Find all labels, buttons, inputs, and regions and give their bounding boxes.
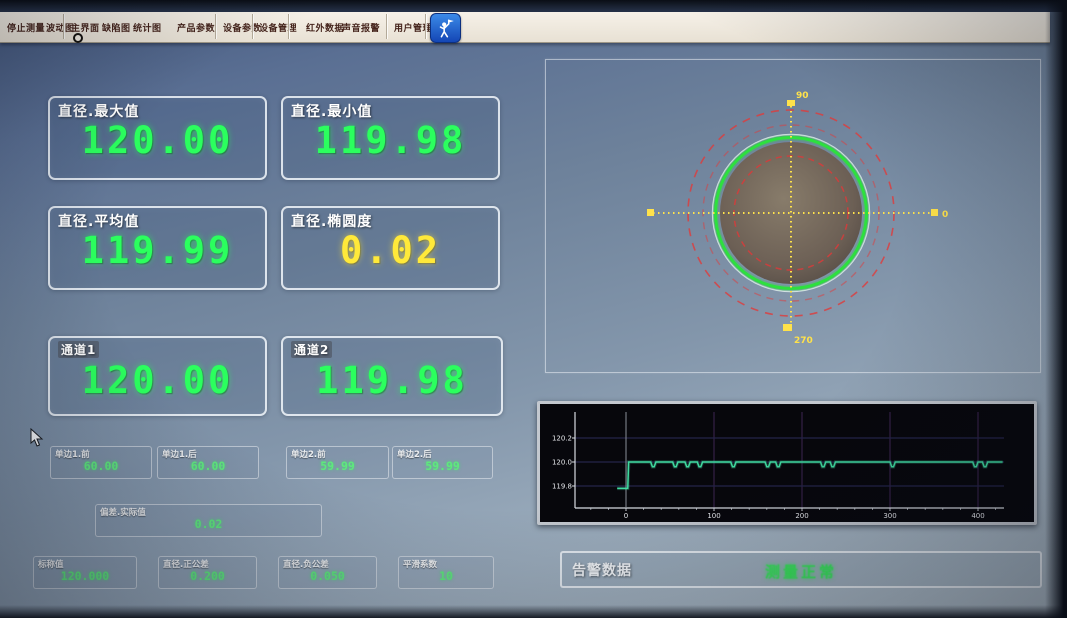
diameter-trend-chart: 0 100 200 300 400 120.2 120.0 119.8 <box>540 404 1034 522</box>
param-value: 0.200 <box>159 569 256 583</box>
metric-value: 120.00 <box>50 119 265 162</box>
crosshair-marker-bottom <box>783 324 792 331</box>
diameter-series-glow <box>617 462 1002 488</box>
metric-value: 119.99 <box>50 229 265 272</box>
metric-value: 120.00 <box>50 359 265 402</box>
metric-label: 通道1 <box>58 341 99 358</box>
menu-separator <box>288 14 289 39</box>
alarm-data-value: 测量正常 <box>562 561 1040 582</box>
param-value: 0.050 <box>279 569 376 583</box>
metric-label: 通道2 <box>291 341 332 358</box>
metric-value: 0.02 <box>283 229 498 272</box>
active-page-indicator <box>73 33 83 43</box>
menu-stop-measure[interactable]: 停止测量 <box>5 17 47 37</box>
mouse-cursor <box>30 428 44 448</box>
edge-value: 60.00 <box>51 459 151 473</box>
menu-sound-alarm[interactable]: 声音报警 <box>340 17 382 37</box>
edge-box-2-rear: 单边2.后 59.99 <box>392 446 493 479</box>
x-tick-label: 0 <box>624 512 628 520</box>
menu-stats-chart[interactable]: 统计图 <box>131 17 164 37</box>
menu-device-manage[interactable]: 设备管理 <box>257 17 299 37</box>
edge-box-1-rear: 单边1.后 60.00 <box>157 446 259 479</box>
metric-value: 119.98 <box>283 119 498 162</box>
metric-label: 直径.最小值 <box>291 101 372 121</box>
metric-label: 直径.最大值 <box>58 101 139 121</box>
x-tick-label: 200 <box>795 512 808 520</box>
param-box-plus-tolerance: 直径.正公差 0.200 <box>158 556 257 589</box>
crosshair-marker-top <box>787 100 795 106</box>
person-flag-icon[interactable] <box>430 13 461 43</box>
menu-bar: 停止测量 波动图 主界面 缺陷图 统计图 产品参数 设备参数 设备管理 红外数据… <box>0 12 1050 43</box>
menu-user-manage[interactable]: 用户管理 <box>392 17 434 37</box>
actual-value-box: 偏差.实际值 0.02 <box>95 504 322 537</box>
menu-separator <box>215 14 216 39</box>
edge-value: 59.99 <box>393 459 492 473</box>
polar-profile-chart: 90 0 270 <box>546 60 1038 370</box>
angle-label-270: 270 <box>794 336 813 346</box>
edge-value: 59.99 <box>287 459 388 473</box>
edge-box-2-front: 单边2.前 59.99 <box>286 446 389 479</box>
menu-separator <box>63 14 64 39</box>
metric-box-ovality: 直径.椭圆度 0.02 <box>281 206 500 290</box>
menu-product-params[interactable]: 产品参数 <box>175 17 217 37</box>
metric-label: 直径.椭圆度 <box>291 211 372 231</box>
metric-label: 直径.平均值 <box>58 211 139 231</box>
menu-separator <box>386 14 387 39</box>
menu-defect-chart[interactable]: 缺陷图 <box>100 17 133 37</box>
window-bottom-edge <box>0 605 1067 618</box>
x-tick-label: 300 <box>883 512 896 520</box>
y-tick-label: 120.0 <box>552 459 572 467</box>
metric-box-channel-1: 通道1 120.00 <box>48 336 267 416</box>
param-box-nominal: 标称值 120.000 <box>33 556 137 589</box>
window-top-edge <box>0 0 1067 12</box>
product-cross-section <box>720 142 862 284</box>
menu-separator <box>425 14 426 39</box>
alarm-data-box: 告警数据 测量正常 <box>560 551 1042 588</box>
param-value: 120.000 <box>34 569 136 583</box>
x-tick-label: 100 <box>707 512 720 520</box>
polar-profile-panel: 90 0 270 <box>545 59 1041 373</box>
y-tick-label: 120.2 <box>552 435 572 443</box>
stick-figure-flag-glyph <box>435 17 457 39</box>
edge-value: 60.00 <box>158 459 258 473</box>
crosshair-marker-right <box>931 209 938 216</box>
actual-value: 0.02 <box>96 517 321 531</box>
metric-box-channel-2: 通道2 119.98 <box>281 336 503 416</box>
crosshair-marker-left <box>647 209 654 216</box>
window-right-edge <box>1045 0 1067 618</box>
param-box-minus-tolerance: 直径.负公差 0.050 <box>278 556 377 589</box>
metric-value: 119.98 <box>283 359 501 402</box>
angle-label-0: 0 <box>942 210 948 220</box>
metric-box-diameter-max: 直径.最大值 120.00 <box>48 96 267 180</box>
menu-separator <box>252 14 253 39</box>
y-tick-label: 119.8 <box>552 483 572 491</box>
param-value: 10 <box>399 569 493 583</box>
metric-box-diameter-min: 直径.最小值 119.98 <box>281 96 500 180</box>
param-box-smoothing: 平滑系数 10 <box>398 556 494 589</box>
angle-label-90: 90 <box>796 91 809 101</box>
trend-chart-panel: 0 100 200 300 400 120.2 120.0 119.8 <box>537 401 1037 525</box>
edge-box-1-front: 单边1.前 60.00 <box>50 446 152 479</box>
metric-box-diameter-avg: 直径.平均值 119.99 <box>48 206 267 290</box>
x-tick-label: 400 <box>971 512 984 520</box>
